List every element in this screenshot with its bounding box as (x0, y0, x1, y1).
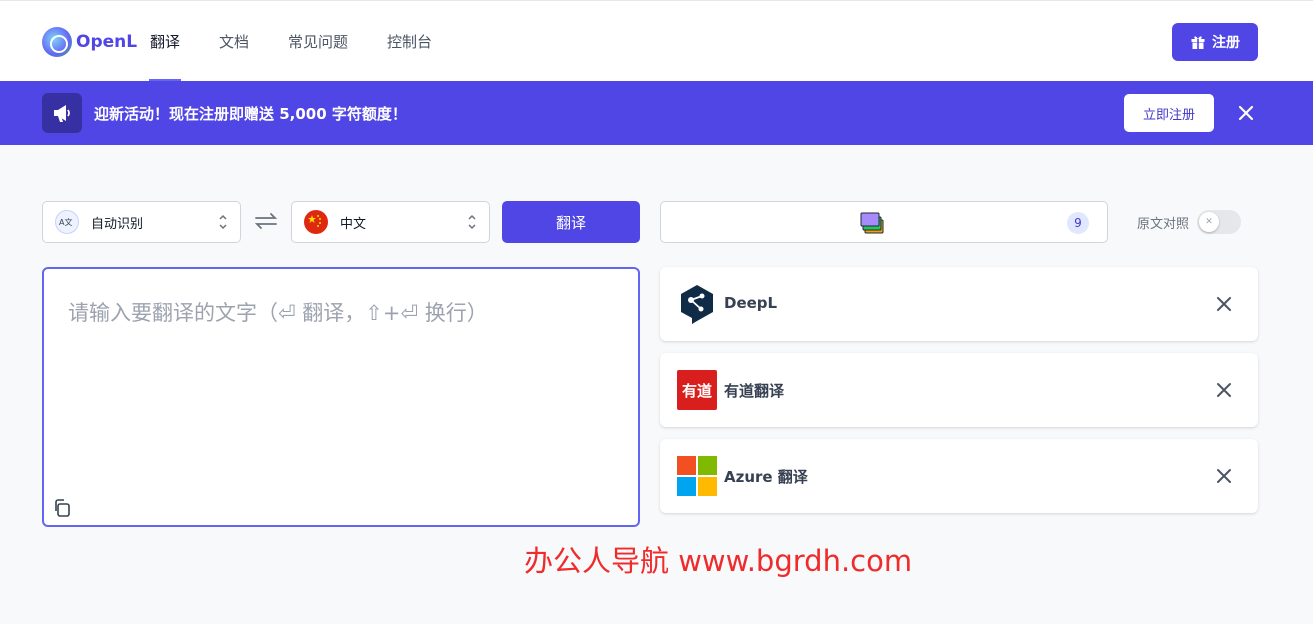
nav-translate[interactable]: 翻译 (148, 1, 182, 81)
gift-icon (1191, 36, 1205, 49)
engine-name: Azure 翻译 (724, 468, 808, 486)
engine-selector[interactable]: 9 (660, 201, 1108, 243)
watermark-text: 办公人导航 www.bgrdh.com (524, 544, 913, 578)
nav-faq[interactable]: 常见问题 (288, 1, 348, 81)
engine-name: DeepL (724, 294, 778, 312)
megaphone-icon (42, 93, 82, 133)
target-language-label: 中文 (340, 216, 367, 232)
target-language-select[interactable]: 中文 (291, 201, 490, 243)
engine-card-deepl: DeepL (660, 267, 1258, 341)
china-flag-icon (304, 210, 328, 234)
source-language-label: 自动识别 (91, 216, 144, 232)
chevron-updown-icon (219, 214, 227, 230)
globe-logo-icon (42, 27, 72, 57)
engines-stack-icon (860, 212, 884, 234)
logo-text: OpenL (76, 32, 138, 52)
register-now-button[interactable]: 立即注册 (1124, 94, 1214, 132)
close-icon[interactable] (1214, 466, 1234, 486)
openl-logo[interactable]: OpenL (42, 27, 137, 57)
signup-button[interactable]: 注册 (1172, 23, 1258, 61)
microsoft-logo-icon (676, 455, 718, 497)
source-language-select[interactable]: A文 自动识别 (42, 201, 241, 243)
close-icon[interactable] (1214, 380, 1234, 400)
engine-card-azure: Azure 翻译 (660, 439, 1258, 513)
deepl-logo-icon (676, 283, 718, 325)
translate-button[interactable]: 翻译 (502, 201, 640, 243)
original-compare-label: 原文对照 (1137, 217, 1190, 232)
copy-icon[interactable] (52, 498, 72, 518)
svg-text:A文: A文 (59, 217, 72, 227)
main-nav: 翻译 文档 常见问题 控制台 (148, 1, 471, 81)
promo-banner: 迎新活动！现在注册即赠送 5,000 字符额度！ 立即注册 (0, 81, 1313, 145)
auto-detect-icon: A文 (55, 210, 79, 234)
close-icon[interactable] (1214, 294, 1234, 314)
youdao-logo-icon: 有道 (677, 370, 717, 410)
close-banner-icon[interactable] (1234, 101, 1258, 125)
nav-docs[interactable]: 文档 (219, 1, 249, 81)
toggle-off-icon: ✕ (1199, 212, 1219, 232)
original-compare-toggle[interactable]: ✕ (1197, 210, 1241, 234)
swap-languages-icon[interactable] (253, 211, 279, 231)
nav-console[interactable]: 控制台 (387, 1, 432, 81)
signup-label: 注册 (1212, 35, 1240, 51)
engine-card-youdao: 有道 有道翻译 (660, 353, 1258, 427)
chevron-updown-icon (468, 214, 476, 230)
top-header: OpenL 翻译 文档 常见问题 控制台 注册 (0, 0, 1313, 81)
engine-name: 有道翻译 (724, 382, 785, 400)
source-text-input[interactable] (68, 297, 616, 487)
promo-text: 迎新活动！现在注册即赠送 5,000 字符额度！ (94, 105, 407, 123)
engine-count-badge: 9 (1067, 212, 1089, 234)
source-text-box (42, 267, 640, 527)
